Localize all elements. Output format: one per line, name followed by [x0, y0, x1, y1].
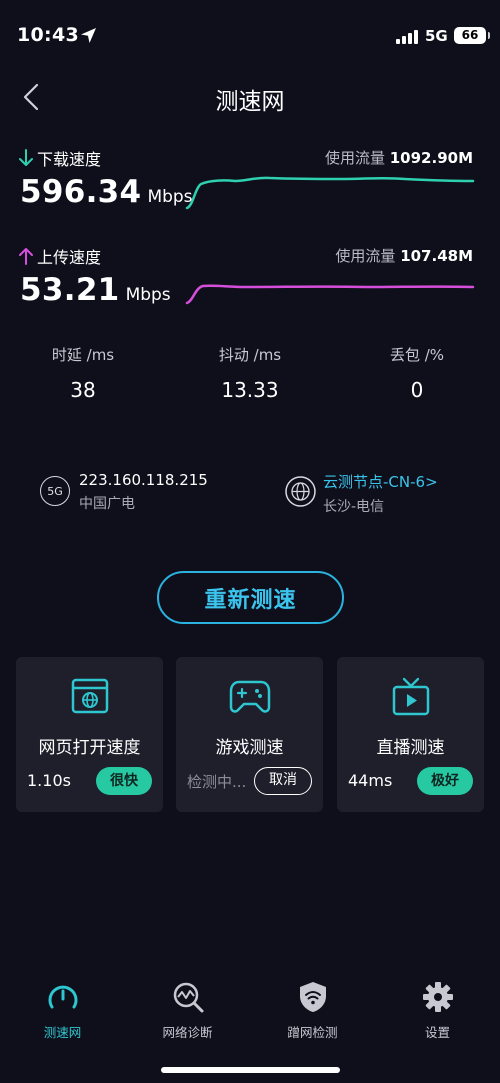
tab-settings[interactable]: 设置 [375, 980, 500, 1041]
tab-wifi-check-label: 蹭网检测 [287, 1025, 338, 1040]
jitter-label: 抖动 /ms [218, 346, 282, 364]
webpage-speed-badge: 很快 [96, 767, 152, 795]
latency-label: 时延 /ms [51, 346, 115, 364]
carrier-name: 中国广电 [79, 496, 135, 512]
latency-stat: 时延 /ms 38 [3, 344, 163, 402]
gear-icon [422, 982, 453, 1012]
test-node-location: 长沙-电信 [323, 499, 385, 515]
home-indicator[interactable] [161, 1067, 340, 1073]
network-type: 5G [425, 27, 448, 45]
game-speed-cancel-button[interactable]: 取消 [254, 767, 312, 795]
page-title: 测速网 [215, 89, 285, 115]
cellular-signal-icon [396, 29, 418, 44]
diagnosis-icon [173, 982, 203, 1013]
wifi-shield-icon [299, 982, 326, 1012]
jitter-value: 13.33 [221, 378, 279, 402]
webpage-speed-title: 网页打开速度 [38, 738, 141, 758]
game-speed-title: 游戏测速 [215, 738, 284, 758]
download-speed-value: 596.34 [20, 174, 142, 210]
tab-diagnosis[interactable]: 网络诊断 [125, 980, 250, 1041]
packet-loss-stat: 丢包 /% 0 [337, 344, 497, 402]
upload-label: 上传速度 [37, 248, 102, 267]
tab-speedtest-label: 测速网 [43, 1025, 82, 1040]
download-arrow-icon [19, 149, 33, 166]
tab-wifi-check[interactable]: 蹭网检测 [250, 980, 375, 1041]
gamepad-icon [229, 680, 270, 713]
globe-icon [285, 476, 316, 507]
upload-speed-unit: Mbps [125, 285, 171, 305]
speedometer-icon [48, 985, 77, 1009]
upload-speed-wrap: 53.21 Mbps [20, 272, 171, 308]
download-label-row: 下载速度 [19, 146, 101, 170]
live-stream-card[interactable]: 直播测速 44ms 极好 [337, 657, 484, 812]
upload-usage-label: 使用流量 [335, 247, 396, 265]
download-usage-label: 使用流量 [324, 149, 385, 167]
upload-arrow-icon [19, 248, 33, 265]
download-speed-wrap: 596.34 Mbps [20, 174, 193, 210]
test-node-info[interactable]: 云测节点-CN-6> 长沙-电信 [323, 471, 438, 516]
download-usage-value: 1092.90M [389, 149, 473, 167]
latency-value: 38 [70, 378, 96, 402]
download-speed-sparkline [185, 176, 475, 210]
live-stream-value: 44ms [348, 771, 393, 790]
location-arrow-icon [81, 28, 96, 43]
live-stream-badge: 极好 [417, 767, 473, 795]
download-usage: 使用流量 1092.90M [173, 147, 473, 168]
game-speed-card[interactable]: 游戏测速 检测中... 取消 [176, 657, 323, 812]
upload-speed-value: 53.21 [20, 272, 120, 308]
battery-icon: 66 [454, 27, 490, 44]
jitter-stat: 抖动 /ms 13.33 [170, 344, 330, 402]
ip-info: 223.160.118.215 中国广电 [79, 471, 208, 513]
live-stream-title: 直播测速 [376, 738, 445, 758]
upload-usage: 使用流量 107.48M [173, 245, 473, 266]
upload-speed-sparkline [185, 284, 475, 305]
tv-play-icon [392, 677, 429, 716]
status-time: 10:43 [17, 24, 79, 46]
ip-address: 223.160.118.215 [79, 471, 208, 489]
game-speed-status: 检测中... [187, 773, 247, 791]
packet-loss-label: 丢包 /% [389, 346, 445, 364]
tab-diagnosis-label: 网络诊断 [162, 1025, 213, 1040]
webpage-speed-card[interactable]: 网页打开速度 1.10s 很快 [16, 657, 163, 812]
test-node-link[interactable]: 云测节点-CN-6> [323, 471, 438, 492]
5g-icon: 5G [40, 476, 70, 506]
retest-button[interactable]: 重新测速 [157, 571, 344, 624]
tab-speedtest[interactable]: 测速网 [0, 980, 125, 1041]
tab-settings-label: 设置 [424, 1025, 450, 1040]
webpage-speed-value: 1.10s [27, 771, 71, 790]
upload-usage-value: 107.48M [400, 247, 473, 265]
browser-icon [71, 678, 108, 714]
upload-label-row: 上传速度 [19, 244, 101, 268]
packet-loss-value: 0 [410, 378, 424, 402]
download-label: 下载速度 [37, 150, 102, 169]
